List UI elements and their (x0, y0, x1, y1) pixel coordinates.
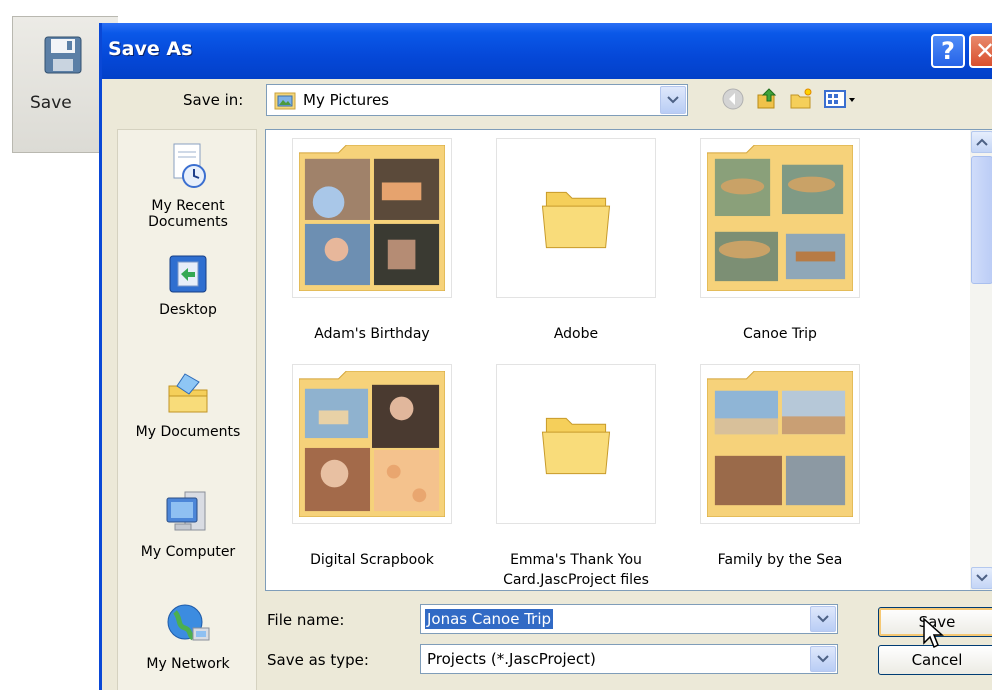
save-as-dialog: Save As ? ✕ Save in: My Pictures My Rece… (99, 23, 992, 690)
place-my-recent-documents[interactable]: My Recent Documents (118, 142, 258, 230)
file-label: Emma's Thank You Card.JascProject files (503, 552, 649, 588)
file-name-value: Jonas Canoe Trip (425, 609, 554, 629)
chevron-down-icon[interactable] (810, 606, 836, 632)
desktop-icon (169, 255, 207, 293)
chevron-up-icon (976, 138, 988, 146)
photo-folder-icon (707, 371, 853, 517)
scroll-down-button[interactable] (971, 567, 992, 589)
save-as-type-dropdown[interactable]: Projects (*.JascProject) (420, 644, 838, 674)
vertical-scrollbar[interactable] (970, 130, 992, 590)
chevron-down-icon (976, 574, 988, 582)
place-label: Desktop (159, 302, 217, 318)
places-bar: My Recent Documents Desktop My Documents (117, 129, 257, 690)
file-tile-adams-birthday[interactable] (292, 138, 452, 298)
place-label: My Computer (140, 544, 236, 560)
scroll-thumb[interactable] (971, 156, 992, 284)
chevron-down-icon[interactable] (810, 646, 836, 672)
views-menu-icon[interactable] (823, 87, 857, 111)
file-label: Family by the Sea (717, 552, 843, 568)
my-documents-icon (168, 373, 208, 413)
back-icon[interactable] (721, 87, 745, 111)
my-pictures-icon (274, 92, 296, 110)
dialog-title: Save As (108, 38, 193, 60)
help-button[interactable]: ? (931, 34, 965, 68)
close-button[interactable]: ✕ (969, 34, 992, 68)
file-list[interactable]: Adam's Birthday Adobe Canoe Trip Digital… (265, 129, 992, 591)
photo-folder-icon (299, 145, 445, 291)
toolbar-save-label: Save (30, 93, 72, 113)
place-label: My Documents (135, 424, 241, 440)
place-label: My Recent Documents (148, 198, 228, 230)
file-label: Adam's Birthday (314, 326, 430, 342)
folder-icon (541, 191, 611, 249)
photo-folder-icon (707, 145, 853, 291)
save-in-value: My Pictures (303, 91, 389, 109)
title-bar[interactable]: Save As ? ✕ (102, 23, 992, 79)
file-tile-digital-scrapbook[interactable] (292, 364, 452, 524)
file-name-label: File name: (267, 611, 345, 629)
file-name-input[interactable]: Jonas Canoe Trip (420, 604, 838, 634)
save-as-type-label: Save as type: (267, 651, 369, 669)
my-network-icon (167, 604, 210, 641)
save-in-dropdown[interactable]: My Pictures (266, 84, 688, 116)
place-label: My Network (146, 656, 230, 672)
place-my-network[interactable]: My Network (118, 600, 258, 672)
help-icon: ? (941, 37, 955, 65)
place-desktop[interactable]: Desktop (118, 252, 258, 318)
my-computer-icon (166, 491, 206, 531)
photo-folder-icon (299, 371, 445, 517)
file-tile-adobe[interactable] (496, 138, 656, 298)
file-label: Adobe (553, 326, 599, 342)
file-tile-family-by-the-sea[interactable] (700, 364, 860, 524)
place-my-documents[interactable]: My Documents (118, 368, 258, 440)
folder-icon (541, 417, 611, 475)
scroll-up-button[interactable] (971, 131, 992, 153)
close-icon: ✕ (974, 37, 992, 65)
file-tile-canoe-trip[interactable] (700, 138, 860, 298)
up-folder-icon[interactable] (755, 87, 779, 111)
new-folder-icon[interactable] (789, 87, 813, 111)
file-label: Digital Scrapbook (310, 552, 434, 568)
file-tile-emmas-thank-you-card[interactable] (496, 364, 656, 524)
mouse-pointer-icon (923, 617, 944, 649)
save-in-label: Save in: (183, 91, 244, 109)
save-as-type-value: Projects (*.JascProject) (427, 650, 596, 668)
recent-documents-icon (173, 143, 206, 188)
file-label: Canoe Trip (743, 326, 817, 342)
floppy-disk-icon (44, 36, 82, 74)
place-my-computer[interactable]: My Computer (118, 488, 258, 560)
chevron-down-icon[interactable] (660, 86, 686, 114)
